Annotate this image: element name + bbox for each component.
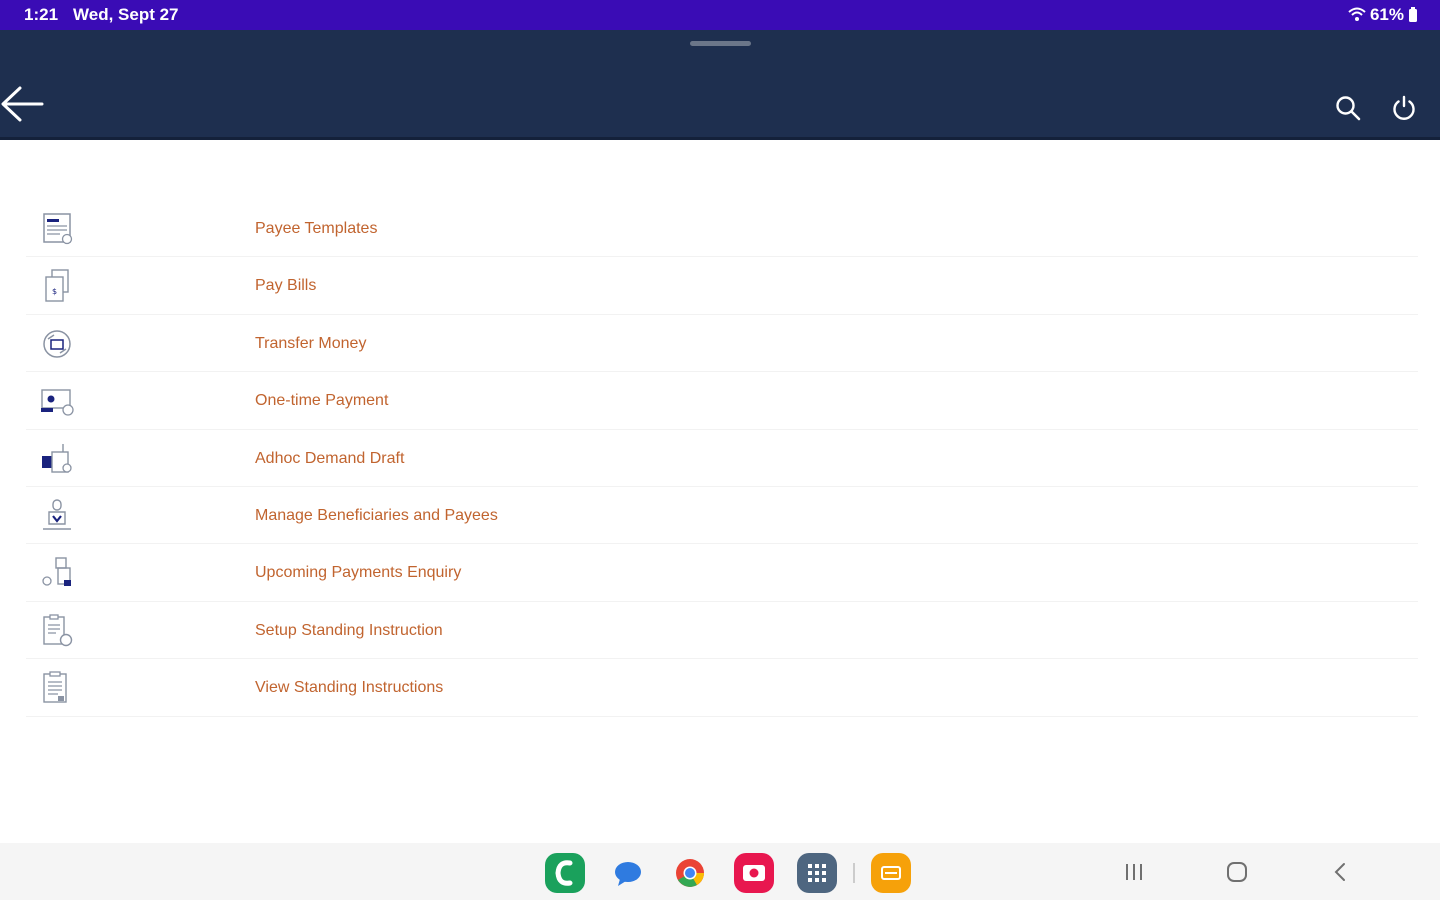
status-bar: 1:21 Wed, Sept 27 61%	[0, 0, 1440, 30]
svg-text:$: $	[52, 287, 57, 296]
setup-standing-instruction-icon	[43, 614, 73, 646]
phone-app-icon[interactable]	[545, 853, 585, 893]
menu-item-setup-standing-instruction[interactable]: Setup Standing Instruction	[26, 602, 1418, 660]
menu-item-label: View Standing Instructions	[255, 679, 444, 697]
drag-handle[interactable]	[690, 41, 751, 46]
menu-item-label: Upcoming Payments Enquiry	[255, 564, 462, 582]
logout-button[interactable]	[1390, 94, 1418, 122]
view-standing-instructions-icon	[43, 671, 67, 703]
messages-app-icon[interactable]	[608, 853, 648, 893]
battery-icon	[1409, 7, 1417, 22]
home-icon	[1227, 862, 1247, 882]
recents-button[interactable]	[1121, 859, 1147, 885]
taskbar	[0, 843, 1440, 900]
payee-templates-icon	[43, 213, 73, 245]
menu-item-label: Manage Beneficiaries and Payees	[255, 506, 498, 524]
app-drawer-icon[interactable]	[797, 853, 837, 893]
payments-menu-list: Payee Templates $ Pay Bills Transfer Mon…	[26, 200, 1418, 717]
menu-item-view-standing-instructions[interactable]: View Standing Instructions	[26, 659, 1418, 717]
status-right: 61%	[1348, 5, 1418, 25]
bank-app-icon[interactable]	[871, 853, 911, 893]
menu-item-adhoc-demand-draft[interactable]: Adhoc Demand Draft	[26, 430, 1418, 487]
battery-percent: 61%	[1369, 5, 1404, 24]
chrome-logo-icon	[676, 859, 704, 887]
search-icon	[1336, 96, 1361, 121]
bank-glyph-icon	[881, 866, 901, 880]
beneficiaries-icon	[43, 499, 71, 530]
camera-app-icon[interactable]	[734, 853, 774, 893]
menu-item-label: Setup Standing Instruction	[255, 621, 443, 639]
grid-icon	[808, 864, 826, 882]
menu-item-label: One-time Payment	[255, 392, 389, 410]
arrow-left-icon	[1, 86, 44, 122]
camera-glyph-icon	[743, 865, 765, 881]
pay-bills-icon: $	[45, 269, 69, 303]
one-time-payment-icon	[41, 389, 74, 416]
phone-glyph-icon	[555, 860, 573, 886]
menu-item-transfer-money[interactable]: Transfer Money	[26, 315, 1418, 373]
menu-item-one-time-payment[interactable]: One-time Payment	[26, 372, 1418, 430]
recents-icon	[1126, 864, 1142, 880]
chrome-app-icon[interactable]	[670, 853, 710, 893]
power-icon	[1393, 95, 1415, 120]
menu-item-manage-beneficiaries[interactable]: Manage Beneficiaries and Payees	[26, 487, 1418, 545]
wifi-icon	[1348, 7, 1366, 21]
menu-item-upcoming-payments[interactable]: Upcoming Payments Enquiry	[26, 544, 1418, 602]
app-header	[0, 30, 1440, 140]
menu-item-label: Adhoc Demand Draft	[255, 449, 405, 467]
menu-item-label: Pay Bills	[255, 277, 317, 295]
search-button[interactable]	[1334, 94, 1362, 122]
status-time: 1:21	[24, 5, 59, 24]
menu-item-label: Payee Templates	[255, 220, 378, 237]
demand-draft-icon	[42, 443, 72, 473]
status-date: Wed, Sept 27	[73, 5, 179, 24]
back-nav-icon	[1334, 863, 1345, 881]
transfer-money-icon	[43, 330, 71, 358]
home-button[interactable]	[1224, 859, 1250, 885]
dock-divider	[853, 863, 855, 883]
back-nav-button[interactable]	[1328, 859, 1354, 885]
menu-item-pay-bills[interactable]: $ Pay Bills	[26, 257, 1418, 315]
menu-item-payee-templates[interactable]: Payee Templates	[26, 200, 1418, 258]
chat-bubble-icon	[615, 862, 641, 886]
menu-item-label: Transfer Money	[255, 334, 367, 352]
upcoming-payments-icon	[42, 557, 71, 587]
back-button[interactable]	[0, 84, 46, 124]
